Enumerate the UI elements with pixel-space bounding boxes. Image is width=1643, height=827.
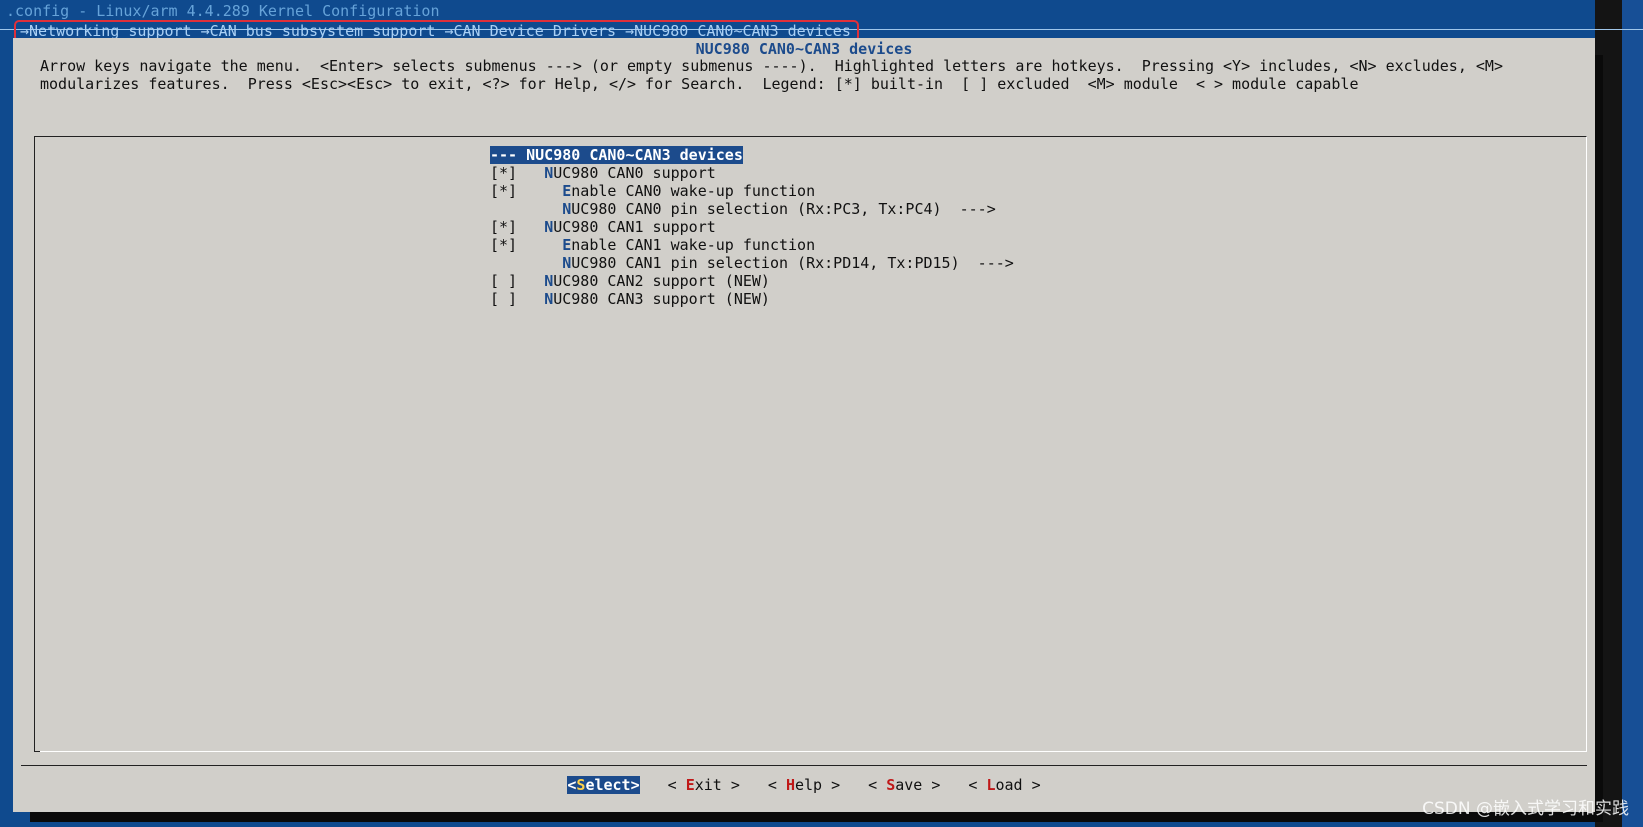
menu-item-hotkey: N (544, 164, 554, 182)
menu-item-indent (517, 290, 544, 308)
menu-item-indent (517, 182, 562, 200)
menu-item-label: NUC980 CAN0~CAN3 devices (517, 146, 743, 164)
menu-item-hotkey: N (562, 200, 572, 218)
menu-item-state: [*] (490, 182, 518, 200)
menu-item-label: nable CAN1 wake-up function (571, 236, 816, 254)
button-right: > (630, 776, 640, 794)
button-rest: ave (895, 776, 923, 794)
watermark: CSDN @嵌入式学习和实践 (1422, 799, 1629, 819)
menu-item-indent (517, 200, 562, 218)
dialog-shadow-right (1595, 55, 1603, 815)
button-left: < (767, 776, 786, 794)
button-left: < (968, 776, 987, 794)
submenu-arrow-icon: ---> (941, 200, 996, 218)
menu-item-state: [*] (490, 236, 518, 254)
select-button[interactable]: <Select> (567, 776, 640, 794)
menu-box-corner (34, 751, 40, 752)
menu-item[interactable]: NUC980 CAN0 pin selection (Rx:PC3, Tx:PC… (490, 200, 1014, 218)
dialog-shadow-bottom (30, 812, 1603, 822)
button-right: > (721, 776, 740, 794)
menu-item-state: [*] (490, 164, 518, 182)
menu-item[interactable]: --- NUC980 CAN0~CAN3 devices (490, 146, 1014, 164)
button-right: > (922, 776, 941, 794)
button-rest: elp (794, 776, 823, 794)
menu-item-label: UC980 CAN3 support (NEW) (553, 290, 770, 308)
button-bar-rule (21, 765, 1587, 766)
menu-item-indent (517, 164, 544, 182)
help-text-line: modularizes features. Press <Esc><Esc> t… (40, 75, 1359, 93)
dialog-title: NUC980 CAN0~CAN3 devices (695, 40, 913, 58)
menu-item-state (490, 200, 517, 218)
menu-item-label: UC980 CAN1 pin selection (Rx:PD14, Tx:PD… (571, 254, 960, 272)
menu-item-hotkey: N (544, 272, 554, 290)
menuconfig-dialog: NUC980 CAN0~CAN3 devices Arrow keys navi… (13, 38, 1595, 812)
button-hotkey: E (685, 776, 695, 794)
button-right: > (822, 776, 841, 794)
load-button[interactable]: < Load > (968, 776, 1040, 794)
button-rest: xit (694, 776, 722, 794)
menu-item-hotkey: N (544, 218, 554, 236)
menu-item[interactable]: [ ] NUC980 CAN3 support (NEW) (490, 290, 1014, 308)
menu-item[interactable]: [*] Enable CAN0 wake-up function (490, 182, 1014, 200)
help-text: Arrow keys navigate the menu. <Enter> se… (40, 57, 1503, 93)
menu-item[interactable]: [*] Enable CAN1 wake-up function (490, 236, 1014, 254)
submenu-arrow-icon: ---> (959, 254, 1014, 272)
menu-item-label: UC980 CAN0 pin selection (Rx:PC3, Tx:PC4… (571, 200, 942, 218)
button-hotkey: H (785, 776, 795, 794)
menu-item-state: [*] (490, 218, 518, 236)
menu-item-state (490, 254, 517, 272)
menu-item[interactable]: NUC980 CAN1 pin selection (Rx:PD14, Tx:P… (490, 254, 1014, 272)
menu-item-indent (517, 218, 544, 236)
help-button[interactable]: < Help > (768, 776, 840, 794)
button-bar: <Select> < Exit > < Help > < Save > < Load > (13, 776, 1595, 794)
menu-item-hotkey: E (562, 236, 572, 254)
help-text-line: Arrow keys navigate the menu. <Enter> se… (40, 57, 1503, 75)
menu-item-hotkey: N (544, 290, 554, 308)
button-rest: oad (995, 776, 1023, 794)
menu-item-label: nable CAN0 wake-up function (571, 182, 816, 200)
terminal-right-strip (1622, 0, 1643, 827)
button-right: > (1022, 776, 1041, 794)
menu-item-hotkey: E (562, 182, 572, 200)
menu-item-state: [ ] (490, 272, 518, 290)
menu-list: --- NUC980 CAN0~CAN3 devices [*] NUC980 C… (490, 146, 1014, 308)
menu-item-label: UC980 CAN0 support (553, 164, 716, 182)
button-hotkey: S (886, 776, 896, 794)
menu-item-hotkey: N (562, 254, 572, 272)
save-button[interactable]: < Save > (868, 776, 940, 794)
exit-button[interactable]: < Exit > (668, 776, 740, 794)
menu-item-state: --- (490, 146, 518, 164)
menu-item-indent (517, 272, 544, 290)
menu-item-label: UC980 CAN1 support (553, 218, 716, 236)
window-title: .config - Linux/arm 4.4.289 Kernel Confi… (6, 2, 440, 20)
menu-item[interactable]: [*] NUC980 CAN1 support (490, 218, 1014, 236)
menu-item-label: UC980 CAN2 support (NEW) (553, 272, 770, 290)
menu-item-indent (517, 236, 562, 254)
button-rest: elect (585, 776, 631, 794)
menu-item-state: [ ] (490, 290, 518, 308)
button-left: < (868, 776, 887, 794)
menu-item[interactable]: [*] NUC980 CAN0 support (490, 164, 1014, 182)
menu-item-indent (517, 254, 562, 272)
menu-item[interactable]: [ ] NUC980 CAN2 support (NEW) (490, 272, 1014, 290)
button-left: < (667, 776, 686, 794)
